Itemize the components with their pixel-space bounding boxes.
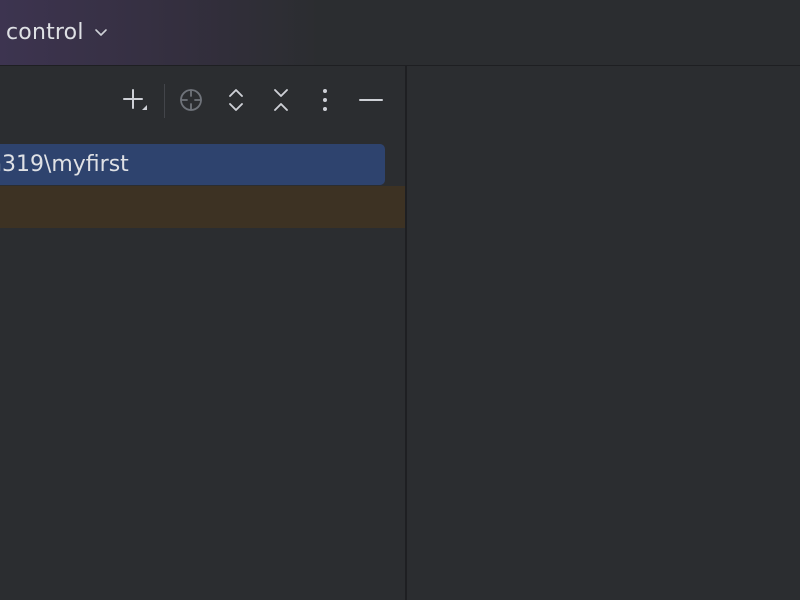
hide-button[interactable]: [355, 86, 387, 118]
title-bar: control: [0, 0, 800, 66]
locate-button[interactable]: [175, 86, 207, 118]
locate-icon: [177, 86, 205, 118]
hide-icon: [357, 86, 385, 118]
chevron-down-icon: [90, 21, 112, 43]
toolbar-separator: [164, 84, 165, 118]
tree-row-label: n319\myfirst: [0, 152, 129, 177]
expand-all-button[interactable]: [220, 86, 252, 118]
add-icon: [119, 85, 149, 119]
add-button[interactable]: [118, 86, 150, 118]
collapse-all-icon: [267, 86, 295, 118]
expand-all-icon: [222, 86, 250, 118]
project-tool-window: n319\myfirst: [0, 66, 407, 600]
tool-window-toolbar: [0, 66, 405, 138]
more-options-icon: [311, 86, 339, 118]
ide-window: control n319\myfirst: [0, 0, 800, 600]
collapse-all-button[interactable]: [265, 86, 297, 118]
vcs-widget-label: control: [6, 19, 84, 45]
vcs-widget[interactable]: control: [0, 15, 112, 49]
editor-area[interactable]: [409, 66, 800, 600]
more-options-button[interactable]: [309, 86, 341, 118]
tree-row-highlighted[interactable]: [0, 186, 405, 228]
tree-row-selected[interactable]: n319\myfirst: [0, 144, 385, 185]
